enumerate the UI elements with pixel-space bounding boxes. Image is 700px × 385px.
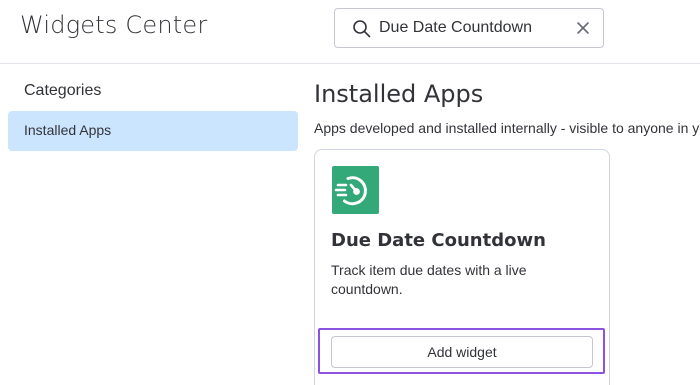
- page-title: Widgets Center: [20, 11, 208, 39]
- search-icon: [352, 19, 371, 38]
- section-title: Installed Apps: [314, 80, 484, 108]
- search-box[interactable]: [334, 8, 604, 48]
- sidebar-item-label: Installed Apps: [24, 122, 112, 138]
- section-description: Apps developed and installed internally …: [314, 120, 700, 136]
- top-header: Widgets Center: [0, 0, 700, 64]
- close-icon[interactable]: [575, 20, 591, 36]
- add-widget-button[interactable]: Add widget: [331, 336, 593, 368]
- app-card: Due Date Countdown Track item due dates …: [314, 149, 610, 385]
- sidebar-item-installed-apps[interactable]: Installed Apps: [8, 111, 298, 151]
- sidebar-heading: Categories: [24, 82, 102, 99]
- card-description: Track item due dates with a live countdo…: [331, 262, 527, 297]
- search-input[interactable]: [379, 17, 567, 39]
- card-title: Due Date Countdown: [331, 230, 546, 251]
- countdown-clock-icon: [332, 166, 379, 214]
